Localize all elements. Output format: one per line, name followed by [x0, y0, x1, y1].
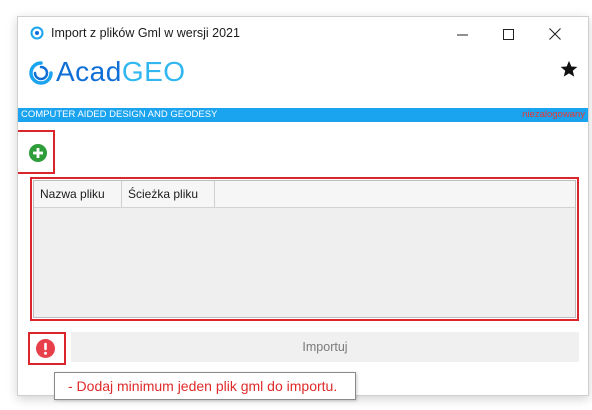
minimize-button[interactable]: [439, 17, 485, 51]
plus-circle-icon[interactable]: [29, 144, 47, 162]
logo-text-geo: GEO: [121, 56, 186, 87]
grid-header: Nazwa pliku Ścieżka pliku: [34, 181, 575, 208]
import-window: Import z plików Gml w wersji 2021 AcadGE…: [17, 16, 589, 396]
validation-tooltip: - Dodaj minimum jeden plik gml do import…: [54, 372, 356, 400]
window-title: Import z plików Gml w wersji 2021: [51, 26, 240, 40]
column-header-file-path[interactable]: Ścieżka pliku: [122, 181, 215, 207]
close-icon: [549, 28, 561, 40]
acadgeo-logo: AcadGEO: [56, 56, 186, 88]
tagline: COMPUTER AIDED DESIGN AND GEODESY: [21, 109, 218, 120]
maximize-icon: [502, 28, 514, 40]
import-button[interactable]: Importuj: [71, 332, 579, 362]
minimize-icon: [456, 34, 468, 35]
file-grid[interactable]: Nazwa pliku Ścieżka pliku: [33, 180, 576, 318]
title-bar: Import z plików Gml w wersji 2021: [18, 17, 588, 51]
app-icon: [30, 26, 44, 40]
acadgeo-logo-icon: [29, 61, 53, 85]
validation-message: - Dodaj minimum jeden plik gml do import…: [68, 378, 338, 394]
tagline-bar: COMPUTER AIDED DESIGN AND GEODESY niezal…: [18, 108, 588, 122]
logo-text-acad: Acad: [56, 56, 122, 87]
exclamation-circle-icon[interactable]: [36, 339, 55, 358]
login-status: niezalogowany: [522, 109, 585, 120]
close-button[interactable]: [532, 17, 578, 51]
star-icon[interactable]: [560, 60, 578, 78]
maximize-button[interactable]: [485, 17, 531, 51]
logo-header: AcadGEO: [18, 51, 588, 107]
column-header-file-name[interactable]: Nazwa pliku: [34, 181, 122, 207]
